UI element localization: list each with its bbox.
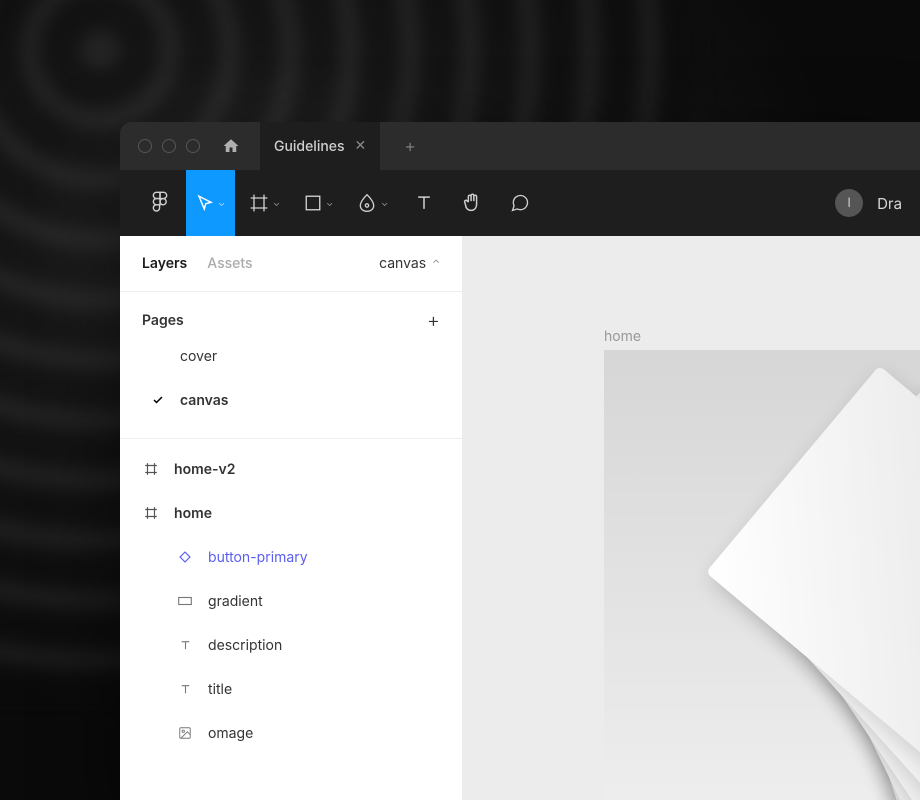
tab-bar: Guidelines ✕ + bbox=[120, 122, 920, 170]
chevron-down-icon: ⌄ bbox=[218, 198, 225, 209]
layer-item-gradient[interactable]: gradient bbox=[120, 579, 462, 623]
page-dropdown-label: canvas bbox=[379, 255, 426, 272]
frame-label[interactable]: home bbox=[604, 328, 641, 345]
layer-label: omage bbox=[208, 725, 253, 742]
layer-item-home[interactable]: home bbox=[120, 491, 462, 535]
layer-item-description[interactable]: description bbox=[120, 623, 462, 667]
frame-icon bbox=[142, 460, 160, 478]
move-tool-button[interactable]: ⌄ bbox=[186, 170, 235, 236]
text-icon bbox=[176, 636, 194, 654]
component-icon bbox=[176, 548, 194, 566]
layer-label: gradient bbox=[208, 593, 263, 610]
chevron-down-icon: ⌄ bbox=[273, 198, 280, 209]
toolbar: ⌄ ⌄ ⌄ ⌄ I Dra bbox=[120, 170, 920, 236]
checkmark-icon bbox=[150, 394, 166, 406]
layer-item-omage[interactable]: omage bbox=[120, 711, 462, 755]
layer-item-home-v2[interactable]: home-v2 bbox=[120, 447, 462, 491]
tab-file-label: Guidelines bbox=[274, 138, 345, 155]
tab-file[interactable]: Guidelines ✕ bbox=[260, 122, 380, 170]
home-icon[interactable] bbox=[222, 137, 240, 155]
tab-add-button[interactable]: + bbox=[390, 136, 430, 157]
file-title-trunc: Dra bbox=[877, 194, 902, 213]
page-item-canvas[interactable]: canvas bbox=[142, 380, 440, 420]
layer-label: description bbox=[208, 637, 282, 654]
layer-item-title[interactable]: title bbox=[120, 667, 462, 711]
pages-section: Pages + cover canvas bbox=[120, 292, 462, 439]
chevron-up-icon: ⌃ bbox=[432, 258, 440, 270]
frame-icon bbox=[142, 504, 160, 522]
avatar-initial: I bbox=[847, 195, 851, 211]
app-window: Guidelines ✕ + ⌄ ⌄ ⌄ bbox=[120, 122, 920, 800]
layer-label: button-primary bbox=[208, 549, 308, 566]
canvas-sheet bbox=[706, 366, 920, 785]
page-dropdown[interactable]: canvas ⌃ bbox=[379, 255, 440, 272]
page-item-label: canvas bbox=[180, 392, 229, 409]
pages-header-label: Pages bbox=[142, 312, 184, 329]
page-item-cover[interactable]: cover bbox=[142, 336, 440, 376]
layers-section: home-v2 home button-primary bbox=[120, 439, 462, 763]
traffic-light-close[interactable] bbox=[138, 139, 152, 153]
hand-tool-button[interactable] bbox=[450, 170, 494, 236]
layer-label: home-v2 bbox=[174, 461, 235, 478]
tab-assets[interactable]: Assets bbox=[207, 255, 252, 272]
avatar[interactable]: I bbox=[835, 189, 863, 217]
frame-home[interactable] bbox=[604, 350, 920, 800]
layer-item-button-primary[interactable]: button-primary bbox=[120, 535, 462, 579]
frame-tool-button[interactable]: ⌄ bbox=[239, 170, 290, 236]
rectangle-icon bbox=[176, 592, 194, 610]
main-area: Layers Assets canvas ⌃ Pages + cover bbox=[120, 236, 920, 800]
tab-close-icon[interactable]: ✕ bbox=[355, 139, 367, 153]
page-item-label: cover bbox=[180, 348, 217, 365]
sidebar-tabs: Layers Assets canvas ⌃ bbox=[120, 236, 462, 292]
chevron-down-icon: ⌄ bbox=[381, 198, 388, 209]
tab-layers[interactable]: Layers bbox=[142, 255, 187, 272]
text-tool-button[interactable] bbox=[402, 170, 446, 236]
add-page-button[interactable]: + bbox=[427, 308, 440, 332]
image-icon bbox=[176, 724, 194, 742]
shape-tool-button[interactable]: ⌄ bbox=[294, 170, 343, 236]
pages-header: Pages + bbox=[142, 308, 440, 332]
layer-label: home bbox=[174, 505, 212, 522]
toolbar-right: I Dra bbox=[835, 189, 902, 217]
pen-tool-button[interactable]: ⌄ bbox=[347, 170, 398, 236]
comment-tool-button[interactable] bbox=[498, 170, 542, 236]
text-icon bbox=[176, 680, 194, 698]
traffic-light-minimize[interactable] bbox=[162, 139, 176, 153]
layer-label: title bbox=[208, 681, 232, 698]
traffic-light-zoom[interactable] bbox=[186, 139, 200, 153]
canvas-area[interactable]: home bbox=[462, 236, 920, 800]
left-sidebar: Layers Assets canvas ⌃ Pages + cover bbox=[120, 236, 462, 800]
figma-menu-button[interactable] bbox=[138, 170, 182, 236]
chevron-down-icon: ⌄ bbox=[326, 198, 333, 209]
